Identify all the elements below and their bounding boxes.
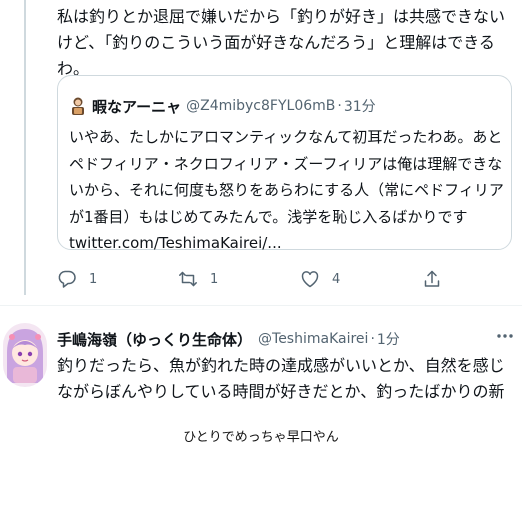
tweet-text: 私は釣りとか退屈で嫌いだから「釣りが好き」は共感できないけど、「釣りのこういう面… [57,7,506,78]
retweet-button[interactable]: 1 [178,264,218,294]
like-button[interactable]: 4 [300,264,340,294]
retweet-count: 1 [210,271,219,287]
reply-tweet-text: 釣りだったら、魚が釣れた時の達成感がいいとか、自然を感じながらぼんやりしている時… [57,356,505,400]
like-icon [301,271,319,288]
share-icon [424,270,440,287]
separator-dot: · [370,331,375,347]
screenshot: 私は釣りとか退屈で嫌いだから「釣りが好き」は共感できないけど、「釣りのこういう面… [0,0,522,400]
retweet-icon [179,271,197,287]
reply-button[interactable]: 1 [57,264,97,294]
quoted-display-name[interactable]: 暇なアーニャ [92,96,181,117]
reply-count: 1 [89,271,98,287]
share-button[interactable] [422,264,442,294]
reply-handle[interactable]: @TeshimaKairei [258,331,368,347]
tweet-actions: 1 1 4 [57,264,457,294]
reply-header: 手嶋海嶺（ゆっくり生命体） @TeshimaKairei · 1分 [57,328,400,350]
reply-timestamp[interactable]: 1分 [377,329,400,349]
quoted-timestamp[interactable]: 31分 [344,96,376,116]
thread-line [24,0,26,295]
like-count: 4 [332,271,341,287]
separator-dot: · [337,98,342,114]
reply-display-name[interactable]: 手嶋海嶺（ゆっくり生命体） [57,329,252,350]
reply-icon [58,270,76,288]
quoted-tweet-header: 暇なアーニャ @Z4mibyc8FYL06mB · 31分 [69,95,376,117]
quoted-handle[interactable]: @Z4mibyc8FYL06mB [186,98,335,114]
more-options-icon[interactable] [494,326,516,346]
quoted-text-body: いやあ、たしかにアロマンティックなんて初耳だったわあ。あとペドフィリア・ネクロフ… [69,128,504,226]
caption: ひとりでめっちゃ早口やん [183,430,339,445]
quoted-link[interactable]: twitter.com/TeshimaKairei/... [69,234,282,252]
quoted-tweet[interactable]: 暇なアーニャ @Z4mibyc8FYL06mB · 31分 いやあ、たしかにアロ… [57,75,512,252]
avatar-icon [3,323,47,387]
quoted-tweet-text: いやあ、たしかにアロマンティックなんて初耳だったわあ。あとペドフィリア・ネクロフ… [69,124,505,257]
quoted-avatar-icon[interactable] [69,96,87,116]
tweet-divider [0,305,522,306]
reply-avatar[interactable] [3,323,47,387]
